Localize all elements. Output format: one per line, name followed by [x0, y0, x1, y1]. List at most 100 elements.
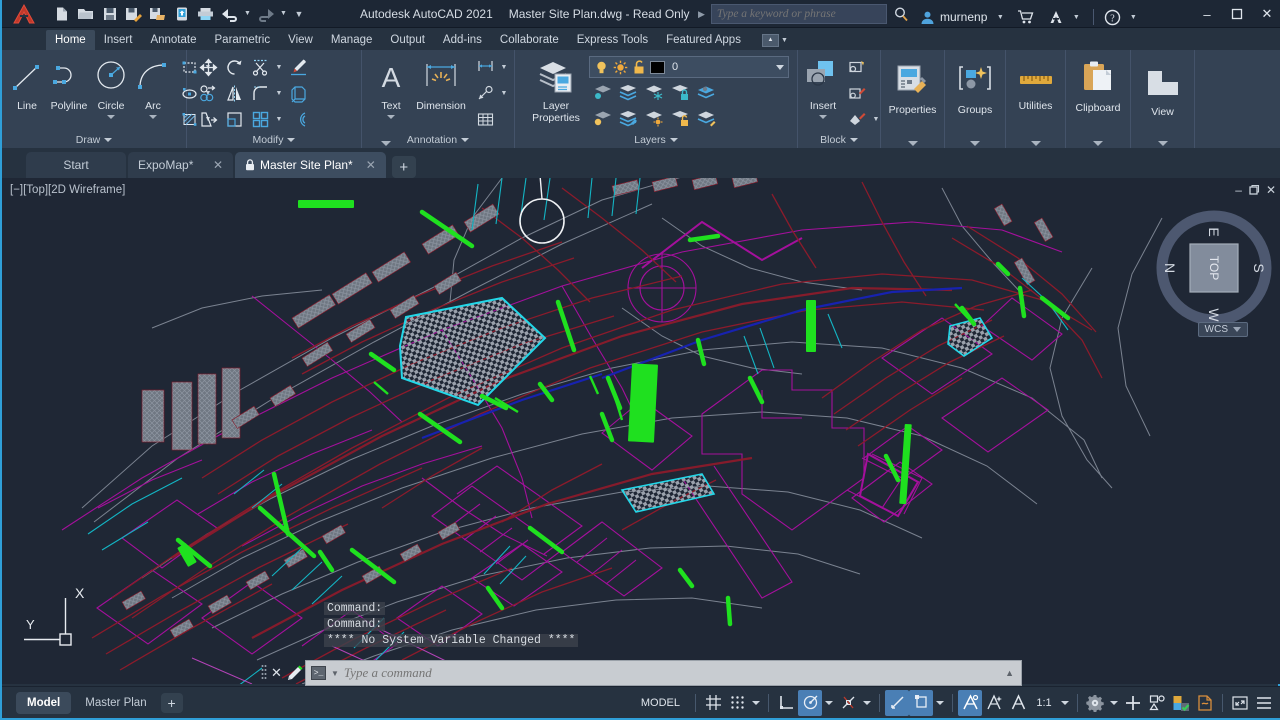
tool-layer-thaw-all[interactable] [641, 105, 667, 131]
grid-display-toggle[interactable] [701, 690, 725, 716]
customization-plus-button[interactable] [1121, 690, 1145, 716]
undo-icon[interactable] [218, 2, 241, 26]
layer-on-icon[interactable] [594, 60, 609, 75]
cart-icon[interactable] [1017, 9, 1034, 25]
layout-tab-master-plan[interactable]: Master Plan [74, 692, 157, 714]
dynamic-ucs-toggle[interactable] [909, 690, 933, 716]
tool-layer-unlock[interactable] [667, 105, 693, 131]
workspace-dropdown-icon[interactable] [1110, 701, 1118, 705]
isolate-objects-button[interactable] [1145, 690, 1169, 716]
tool-copy[interactable] [195, 80, 221, 106]
redo-dropdown-icon[interactable]: ▼ [278, 2, 289, 26]
command-input-wrapper[interactable]: >_ ▼ ▲ [305, 660, 1022, 686]
open-file-icon[interactable] [74, 2, 97, 26]
ribbon-tab-output[interactable]: Output [381, 30, 434, 50]
ribbon-tab-express-tools[interactable]: Express Tools [568, 30, 657, 50]
new-file-icon[interactable] [50, 2, 73, 26]
ribbon-minimize-dropdown-icon[interactable]: ▼ [781, 37, 788, 44]
file-tab-expomap-close-icon[interactable]: ✕ [205, 158, 223, 172]
autodesk-app-dropdown-icon[interactable]: ▼ [1069, 5, 1083, 29]
new-file-tab-button[interactable]: + [392, 156, 416, 178]
layer-combo-dropdown-icon[interactable] [776, 65, 784, 70]
tool-line[interactable]: Line [6, 54, 48, 112]
panel-draw-caret-icon[interactable] [104, 138, 112, 142]
ribbon-tab-add-ins[interactable]: Add-ins [434, 30, 491, 50]
ribbon-tab-parametric[interactable]: Parametric [206, 30, 280, 50]
restore-button[interactable] [1222, 0, 1252, 28]
tool-create-block[interactable] [844, 54, 870, 80]
tool-layer-turn-all-on[interactable] [615, 105, 641, 131]
tool-groups[interactable]: Groups [952, 58, 998, 116]
tool-stretch[interactable] [195, 106, 221, 132]
drawing-minimize-button[interactable]: – [1235, 183, 1242, 197]
ribbon-minimize-control[interactable]: ▲ ▼ [762, 30, 788, 50]
tool-linear-dimension[interactable] [472, 54, 498, 80]
tool-array-dropdown-icon[interactable]: ▼ [273, 106, 285, 132]
tool-fillet-dropdown-icon[interactable]: ▼ [273, 80, 285, 106]
tool-leader-dropdown-icon[interactable]: ▼ [498, 80, 510, 106]
view-cube[interactable]: TOP E W N S [1154, 208, 1274, 328]
help-icon[interactable]: ? [1104, 9, 1121, 26]
autodesk-app-icon[interactable] [1048, 9, 1064, 25]
command-history-expand-icon[interactable]: ▲ [1005, 668, 1016, 678]
layout-tab-model[interactable]: Model [16, 692, 71, 714]
panel-view-expand-icon[interactable] [1158, 141, 1168, 146]
search-input[interactable] [711, 4, 887, 24]
tool-layer-off[interactable] [615, 79, 641, 105]
tool-polyline[interactable]: Polyline [48, 54, 90, 112]
tool-layer-unisolate[interactable] [589, 105, 615, 131]
annotation-monitor-toggle[interactable] [1006, 690, 1030, 716]
panel-layers-caret-icon[interactable] [670, 138, 678, 142]
wcs-dropdown-icon[interactable] [1233, 327, 1241, 332]
command-input[interactable] [344, 665, 1000, 681]
tool-text-dropdown-icon[interactable] [387, 115, 395, 119]
clean-screen-button[interactable] [1228, 690, 1252, 716]
panel-annotation-expand-icon[interactable] [381, 141, 391, 146]
tool-layer-match[interactable] [693, 105, 719, 131]
annotation-scale-dropdown-icon[interactable] [1061, 701, 1069, 705]
ribbon-tab-manage[interactable]: Manage [322, 30, 382, 50]
tool-insert-block[interactable]: Insert [802, 54, 844, 119]
tool-rotate[interactable] [221, 54, 247, 80]
tool-clipboard[interactable]: Clipboard [1073, 56, 1124, 114]
command-prompt-dropdown-icon[interactable]: ▼ [331, 669, 339, 678]
snap-mode-toggle[interactable] [725, 690, 749, 716]
file-tab-expomap[interactable]: ExpoMap* ✕ [128, 152, 233, 178]
close-button[interactable]: ✕ [1252, 0, 1280, 28]
command-line-close-icon[interactable]: ✕ [268, 665, 285, 681]
drawing-status-button[interactable] [1193, 690, 1217, 716]
tool-arc[interactable]: Arc [132, 54, 174, 119]
user-dropdown-icon[interactable]: ▼ [992, 5, 1008, 29]
annotation-visibility-toggle[interactable] [958, 690, 982, 716]
search-icon[interactable] [893, 6, 909, 22]
autoscale-toggle[interactable] [982, 690, 1006, 716]
tool-3d-array[interactable] [285, 80, 311, 106]
ribbon-tab-annotate[interactable]: Annotate [141, 30, 205, 50]
search-chevron-icon[interactable]: ▶ [698, 9, 705, 20]
tool-erase[interactable] [285, 54, 311, 80]
ribbon-tab-home[interactable]: Home [46, 30, 95, 50]
ortho-mode-toggle[interactable] [774, 690, 798, 716]
tool-linear-dimension-dropdown-icon[interactable]: ▼ [498, 54, 510, 80]
add-layout-button[interactable]: + [161, 693, 183, 713]
tool-dimension[interactable]: Dimension [412, 54, 470, 112]
tool-layer-make-current[interactable] [693, 79, 719, 105]
ribbon-tab-collaborate[interactable]: Collaborate [491, 30, 568, 50]
tool-layer-freeze[interactable] [641, 79, 667, 105]
model-space-button[interactable]: MODEL [631, 690, 690, 716]
tool-trim[interactable] [247, 54, 273, 80]
snap-dropdown-icon[interactable] [752, 701, 760, 705]
minimize-button[interactable]: – [1192, 0, 1222, 28]
file-tab-start[interactable]: Start [26, 152, 126, 178]
autocad-logo-icon[interactable] [2, 0, 46, 28]
redo-icon[interactable] [254, 2, 277, 26]
layer-color-swatch[interactable] [650, 61, 665, 74]
panel-title-modify[interactable]: Modify [187, 132, 361, 148]
tool-insert-block-dropdown-icon[interactable] [819, 115, 827, 119]
object-snap-dropdown-icon[interactable] [863, 701, 871, 705]
tool-circle-dropdown-icon[interactable] [107, 115, 115, 119]
panel-title-layers[interactable]: Layers [515, 132, 797, 148]
panel-properties-expand-icon[interactable] [908, 141, 918, 146]
annotation-scale-button[interactable]: 1:1 [1030, 690, 1058, 716]
tool-scale[interactable] [221, 106, 247, 132]
